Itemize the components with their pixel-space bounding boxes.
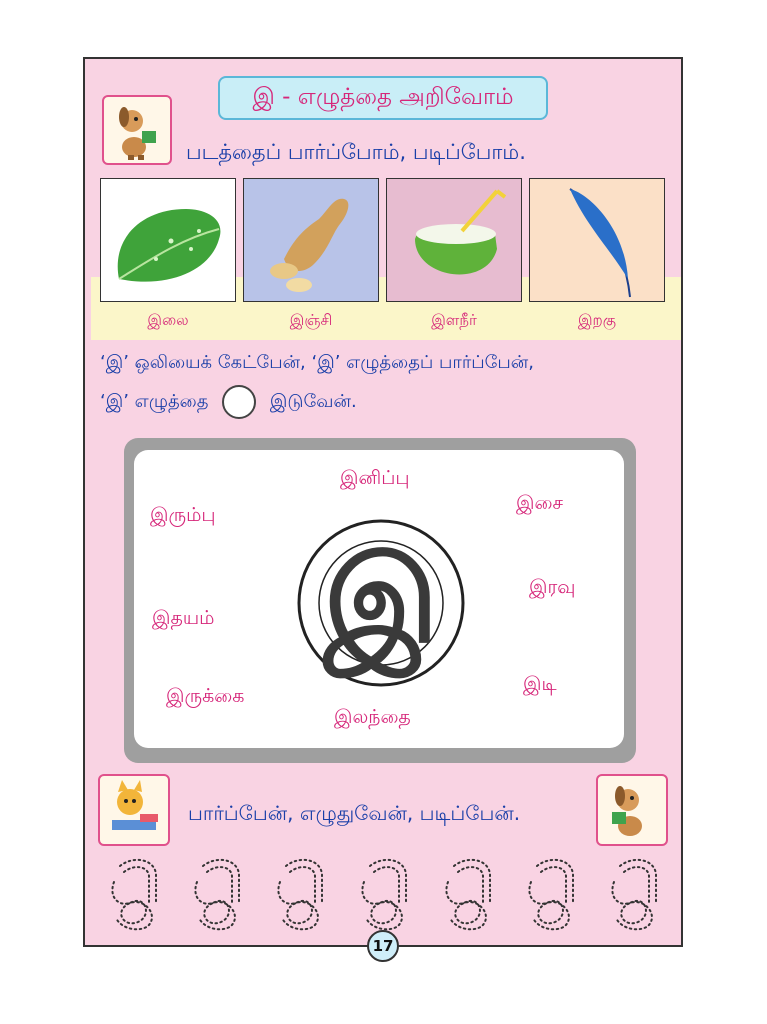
dog-mascot-icon bbox=[102, 95, 172, 165]
caption-feather: இறகு bbox=[577, 311, 617, 329]
word-2: இசை bbox=[516, 492, 563, 514]
leaf-icon bbox=[100, 178, 236, 302]
coconut-icon bbox=[386, 178, 522, 302]
letter-circle: இ bbox=[296, 518, 466, 688]
tracing-letter[interactable] bbox=[436, 852, 504, 932]
caption-ginger: இஞ்சி bbox=[289, 311, 333, 329]
tracing-letter[interactable] bbox=[602, 852, 670, 932]
dog-mascot-icon bbox=[596, 774, 668, 846]
word-5: இதயம் bbox=[152, 607, 215, 629]
tracing-letter[interactable] bbox=[352, 852, 420, 932]
page-number: 17 bbox=[367, 930, 399, 962]
tracing-letter[interactable] bbox=[102, 852, 170, 932]
feather-icon bbox=[529, 178, 665, 302]
subtitle: படத்தைப் பார்ப்போம், படிப்போம். bbox=[186, 140, 526, 164]
word-4: இரவு bbox=[529, 576, 576, 598]
cat-reading-icon bbox=[98, 774, 170, 846]
center-letter: இ bbox=[323, 531, 439, 669]
tracing-letter[interactable] bbox=[185, 852, 253, 932]
caption-leaf: இலை bbox=[147, 311, 189, 329]
instruction-line-1: ‘இ’ ஒலியைக் கேட்பேன், ‘இ’ எழுத்தைப் பார்… bbox=[100, 352, 534, 373]
word-7: இருக்கை bbox=[166, 685, 245, 707]
word-3: இரும்பு bbox=[150, 504, 216, 526]
ginger-icon bbox=[243, 178, 379, 302]
caption-coconut: இளநீர் bbox=[431, 311, 477, 329]
instruction-line-2: ‘இ’ எழுத்தை இடுவேன். bbox=[100, 385, 357, 419]
word-6: இடி bbox=[523, 673, 557, 695]
word-1: இனிப்பு bbox=[340, 467, 410, 489]
tracing-letter[interactable] bbox=[519, 852, 587, 932]
circle-mark-icon bbox=[222, 385, 257, 419]
bottom-text: பார்ப்பேன், எழுதுவேன், படிப்பேன். bbox=[188, 801, 521, 825]
instruction-line-2-start: ‘இ’ எழுத்தை bbox=[100, 391, 209, 412]
page-title: இ - எழுத்தை அறிவோம் bbox=[218, 76, 548, 120]
tracing-letter[interactable] bbox=[268, 852, 336, 932]
word-8: இலந்தை bbox=[334, 706, 411, 728]
instruction-line-2-end: இடுவேன். bbox=[269, 391, 357, 412]
